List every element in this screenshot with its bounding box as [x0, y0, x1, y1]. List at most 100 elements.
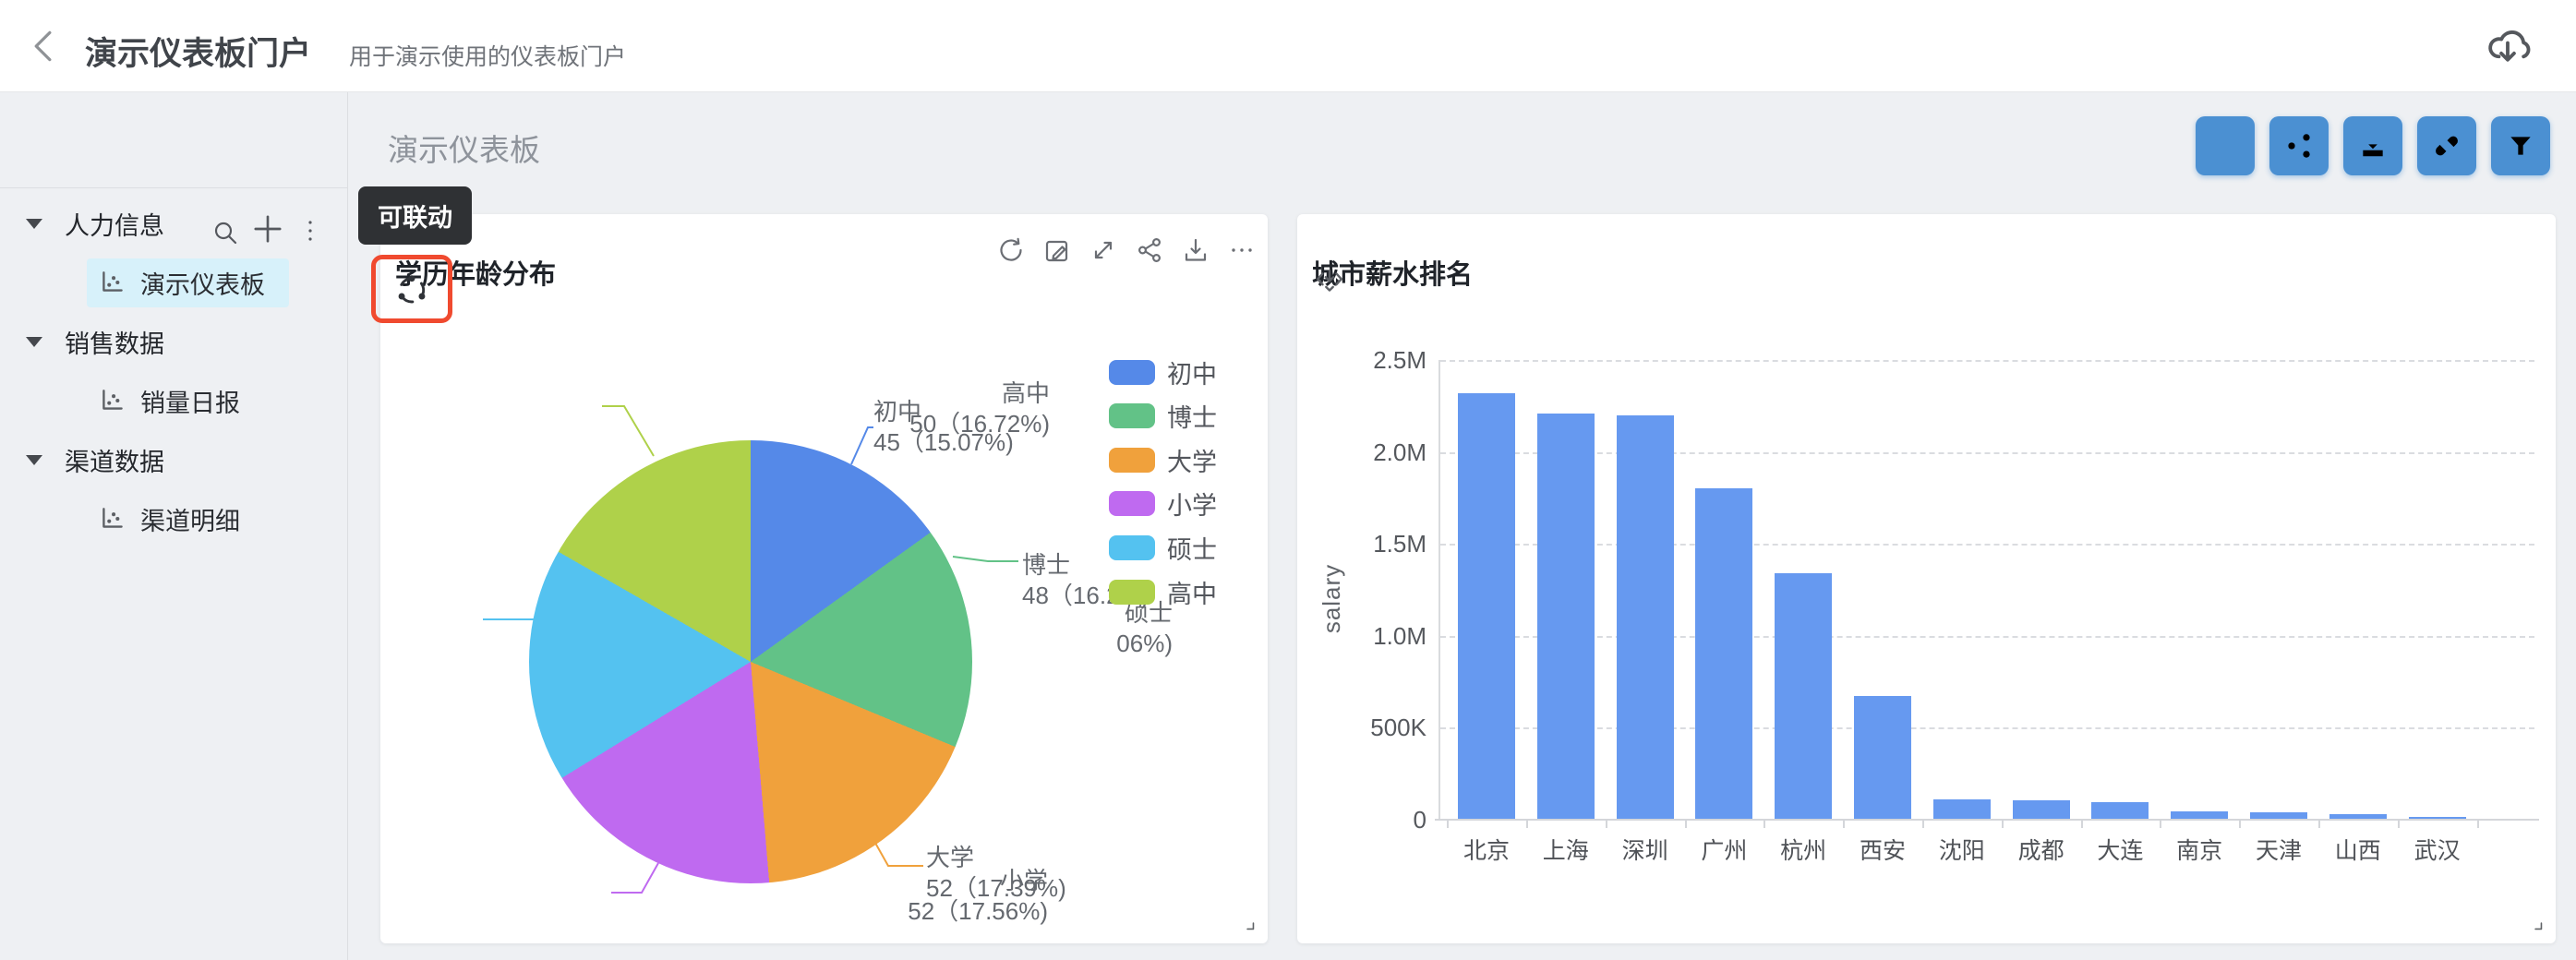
expand-icon[interactable] — [1088, 234, 1118, 265]
download-button[interactable] — [2343, 116, 2402, 175]
y-tick-label: 1.5M — [1348, 530, 1426, 558]
x-axis-tick — [2002, 820, 2004, 828]
legend-item-初中[interactable]: 初中 — [1109, 354, 1217, 390]
tree-group-label: 渠道数据 — [65, 442, 164, 478]
y-tick-label: 1.0M — [1348, 622, 1426, 651]
bar-深圳[interactable] — [1617, 415, 1674, 820]
chart-icon — [98, 504, 127, 534]
chart-icon — [98, 268, 127, 297]
bar-北京[interactable] — [1458, 393, 1515, 820]
bar-上海[interactable] — [1537, 414, 1595, 820]
bar-成都[interactable] — [2013, 800, 2070, 820]
tree-group-label: 销售数据 — [65, 324, 164, 360]
linkage-icon — [393, 270, 430, 307]
caret-down-icon[interactable] — [26, 455, 42, 465]
legend-label: 高中 — [1167, 574, 1217, 610]
x-tick-label: 杭州 — [1763, 833, 1843, 866]
bar-沈阳[interactable] — [1933, 799, 1991, 820]
y-tick-label: 2.5M — [1348, 346, 1426, 375]
x-tick-label: 广州 — [1684, 833, 1763, 866]
x-axis-tick — [1447, 820, 1449, 828]
legend-swatch — [1109, 360, 1155, 385]
bar-杭州[interactable] — [1775, 573, 1832, 820]
leader-line — [602, 406, 654, 456]
y-tick-label: 2.0M — [1348, 438, 1426, 467]
x-tick-label: 武汉 — [2398, 833, 2477, 866]
legend-label: 硕士 — [1167, 530, 1217, 566]
gridline — [1440, 452, 2534, 454]
bar-西安[interactable] — [1854, 696, 1911, 820]
x-tick-label: 上海 — [1526, 833, 1606, 866]
legend-item-高中[interactable]: 高中 — [1109, 574, 1217, 610]
pie-label-高中: 高中50（16.72%) — [909, 378, 1050, 439]
legend-label: 大学 — [1167, 442, 1217, 478]
x-axis-tick — [2477, 820, 2479, 828]
x-axis-tick — [2398, 820, 2400, 828]
more-icon[interactable] — [1226, 234, 1257, 265]
share-button[interactable] — [2269, 116, 2329, 175]
refresh-icon[interactable] — [995, 234, 1026, 265]
bar-广州[interactable] — [1695, 488, 1752, 820]
cloud-download-button[interactable] — [2482, 20, 2534, 72]
tree-item-销量日报[interactable]: 销量日报 — [0, 371, 347, 430]
tree-group-渠道数据[interactable]: 渠道数据 — [0, 430, 347, 489]
pie-chart[interactable] — [529, 440, 972, 883]
resize-corner-icon[interactable] — [1246, 922, 1261, 937]
linkage-tooltip: 可联动 — [358, 186, 472, 245]
tree-item-label: 销量日报 — [140, 383, 240, 419]
download-icon[interactable] — [1180, 234, 1210, 265]
x-axis-line — [1435, 819, 2539, 821]
back-button[interactable] — [22, 24, 66, 68]
x-tick-label: 北京 — [1447, 833, 1526, 866]
tree-item-演示仪表板[interactable]: 演示仪表板 — [0, 253, 347, 312]
gridline — [1440, 636, 2534, 638]
bar-大连[interactable] — [2091, 802, 2149, 820]
x-tick-label: 山西 — [2318, 833, 2398, 866]
resize-corner-icon[interactable] — [2534, 922, 2549, 937]
bar-plot-area: 北京上海深圳广州杭州西安沈阳成都大连南京天津山西武汉 — [1440, 360, 2534, 820]
linkage-highlight-box[interactable] — [371, 255, 452, 323]
chart-icon — [98, 386, 127, 415]
portal-subtitle: 用于演示使用的仪表板门户 — [349, 39, 626, 72]
legend-label: 初中 — [1167, 354, 1217, 390]
x-axis-tick — [1763, 820, 1765, 828]
x-axis-tick — [1606, 820, 1607, 828]
x-tick-label: 成都 — [2002, 833, 2081, 866]
pie-chart-card: 学历年龄分布 初中45（15.07%)博士48（16.2%)大学52（17.39… — [380, 214, 1268, 943]
caret-down-icon[interactable] — [26, 337, 42, 347]
legend-swatch — [1109, 403, 1155, 428]
tree-group-人力信息[interactable]: 人力信息 — [0, 194, 347, 253]
sidebar-toolbar — [0, 92, 347, 186]
legend-item-博士[interactable]: 博士 — [1109, 398, 1217, 434]
gridline — [1440, 360, 2534, 362]
x-tick-label: 南京 — [2160, 833, 2239, 866]
x-axis-tick — [2318, 820, 2320, 828]
legend-swatch — [1109, 491, 1155, 516]
add-button[interactable] — [2196, 116, 2255, 175]
tree-item-渠道明细[interactable]: 渠道明细 — [0, 489, 347, 548]
leader-line — [851, 427, 873, 464]
caret-down-icon[interactable] — [26, 219, 42, 229]
app-header: 演示仪表板门户 用于演示使用的仪表板门户 — [0, 0, 2576, 92]
y-tick-label: 500K — [1348, 714, 1426, 742]
filter-button[interactable] — [2491, 116, 2550, 175]
drill-icon[interactable] — [1314, 266, 1345, 297]
link-button[interactable] — [2417, 116, 2476, 175]
tree-item-label: 演示仪表板 — [140, 265, 265, 301]
gridline — [1440, 544, 2534, 546]
legend-item-硕士[interactable]: 硕士 — [1109, 530, 1217, 566]
pie-card-toolbar — [995, 234, 1257, 265]
leader-line — [611, 863, 658, 893]
portal-title: 演示仪表板门户 — [85, 28, 311, 75]
tree-item-label: 渠道明细 — [140, 501, 240, 537]
legend-item-小学[interactable]: 小学 — [1109, 486, 1217, 522]
x-axis-tick — [1843, 820, 1845, 828]
legend-item-大学[interactable]: 大学 — [1109, 442, 1217, 478]
legend-label: 小学 — [1167, 486, 1217, 522]
bar-chart-card: 城市薪水排名 salary 0500K1.0M1.5M2.0M2.5M 北京上海… — [1297, 214, 2556, 943]
y-tick-label: 0 — [1348, 806, 1426, 834]
x-tick-label: 西安 — [1843, 833, 1922, 866]
share-icon[interactable] — [1134, 234, 1164, 265]
edit-icon[interactable] — [1041, 234, 1072, 265]
tree-group-销售数据[interactable]: 销售数据 — [0, 312, 347, 371]
